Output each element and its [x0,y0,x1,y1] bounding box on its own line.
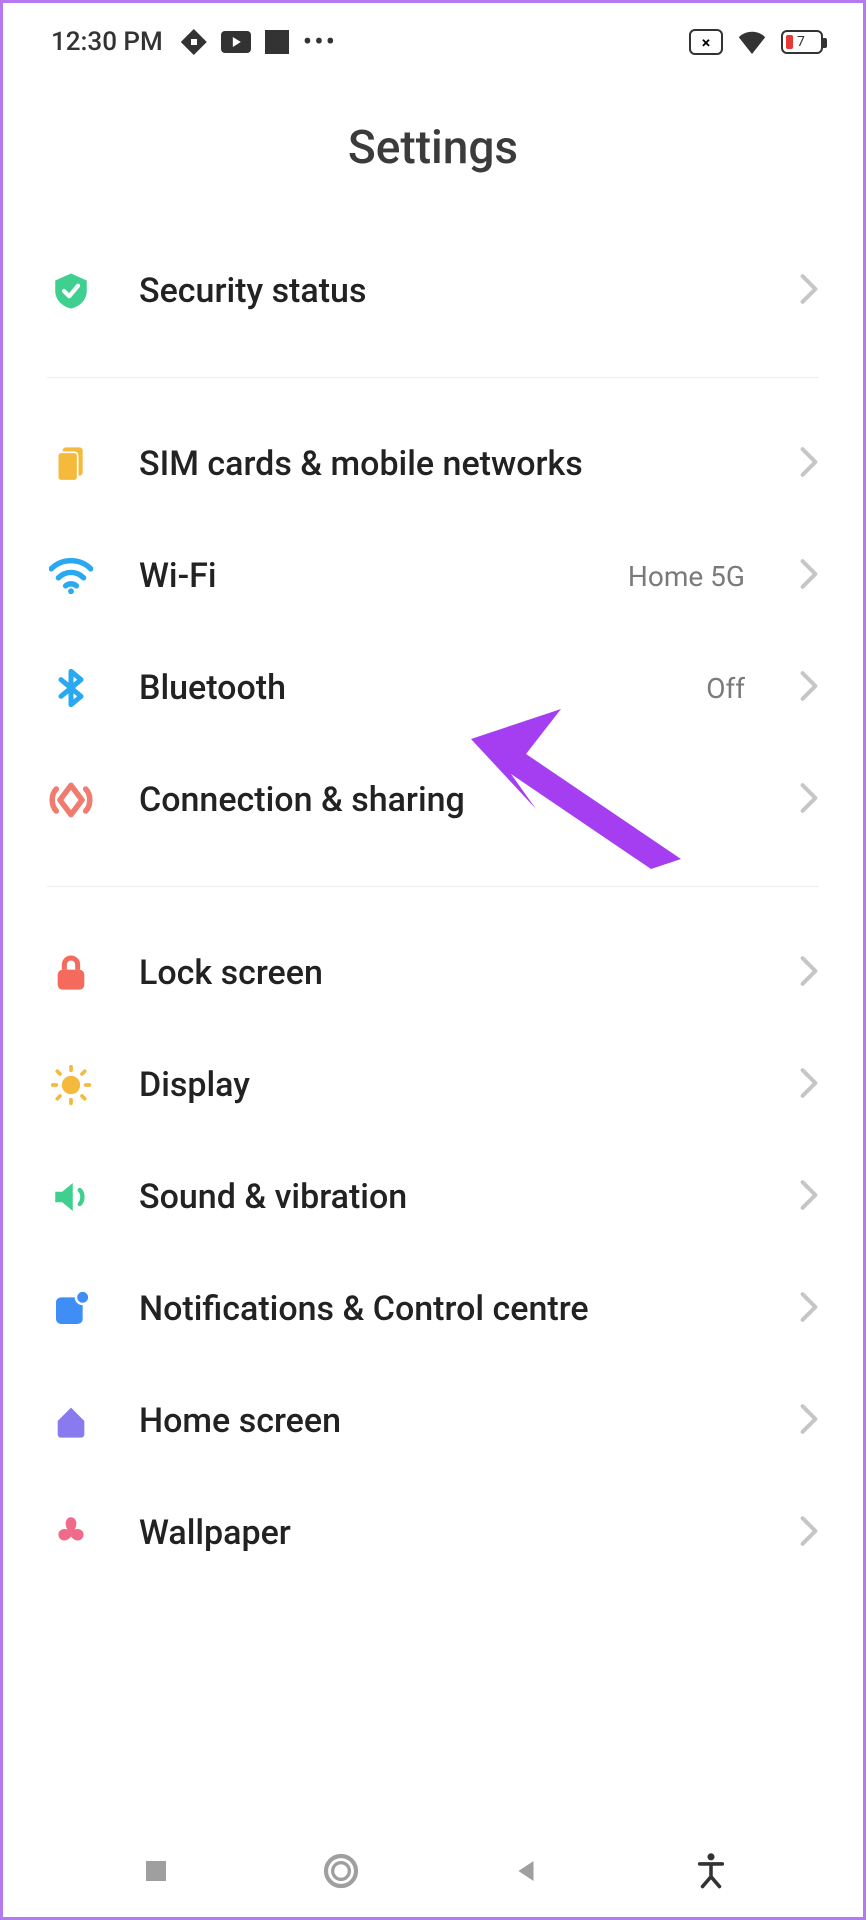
row-home-screen[interactable]: Home screen [47,1365,819,1477]
row-label: Wi-Fi [139,556,584,596]
chevron-right-icon [799,670,819,706]
row-display[interactable]: Display [47,1029,819,1141]
row-sound-vibration[interactable]: Sound & vibration [47,1141,819,1253]
nav-back-button[interactable] [504,1849,548,1893]
wifi-icon [47,552,95,600]
settings-list: Security status SIM cards & mobile netwo… [3,235,863,1589]
status-bar: 12:30 PM ••• × 7 [3,3,863,73]
row-value: Off [706,672,745,705]
nav-home-button[interactable] [319,1849,363,1893]
battery-icon: 7 [781,30,823,54]
speaker-icon [47,1173,95,1221]
sun-icon [47,1061,95,1109]
row-label: Bluetooth [139,668,662,708]
row-security-status[interactable]: Security status [47,235,819,347]
row-label: Wallpaper [139,1513,755,1553]
chevron-right-icon [799,782,819,818]
lock-icon [47,949,95,997]
row-sim-cards[interactable]: SIM cards & mobile networks [47,408,819,520]
row-connection-sharing[interactable]: Connection & sharing [47,744,819,856]
page-title: Settings [3,73,863,235]
row-label: Display [139,1065,755,1105]
flower-icon [47,1509,95,1557]
divider [47,886,819,887]
row-wallpaper[interactable]: Wallpaper [47,1477,819,1589]
sim-card-icon [47,440,95,488]
notifications-icon [47,1285,95,1333]
bluetooth-icon [47,664,95,712]
home-icon [47,1397,95,1445]
nav-accessibility-button[interactable] [689,1849,733,1893]
chevron-right-icon [799,1403,819,1439]
row-label: Connection & sharing [139,780,755,820]
row-bluetooth[interactable]: Bluetooth Off [47,632,819,744]
divider [47,377,819,378]
chevron-right-icon [799,558,819,594]
connection-sharing-icon [47,776,95,824]
chevron-right-icon [799,1515,819,1551]
nav-recents-button[interactable] [134,1849,178,1893]
row-label: Sound & vibration [139,1177,755,1217]
app-square-icon [265,30,289,54]
battery-level: 7 [797,34,805,50]
chevron-right-icon [799,446,819,482]
chevron-right-icon [799,1179,819,1215]
row-lock-screen[interactable]: Lock screen [47,917,819,1029]
row-label: Security status [139,271,755,311]
row-wifi[interactable]: Wi-Fi Home 5G [47,520,819,632]
row-value: Home 5G [628,560,745,593]
no-sim-icon: × [689,29,723,55]
row-label: Home screen [139,1401,755,1441]
row-notifications-control[interactable]: Notifications & Control centre [47,1253,819,1365]
chevron-right-icon [799,1291,819,1327]
row-label: SIM cards & mobile networks [139,444,755,484]
chevron-right-icon [799,273,819,309]
transfer-icon [181,29,207,55]
status-time: 12:30 PM [51,27,163,57]
wifi-status-icon [737,30,767,54]
navigation-bar [3,1825,863,1917]
shield-check-icon [47,267,95,315]
more-notifications-icon: ••• [303,37,337,47]
row-label: Notifications & Control centre [139,1289,755,1329]
chevron-right-icon [799,1067,819,1103]
chevron-right-icon [799,955,819,991]
row-label: Lock screen [139,953,755,993]
youtube-icon [221,31,251,53]
